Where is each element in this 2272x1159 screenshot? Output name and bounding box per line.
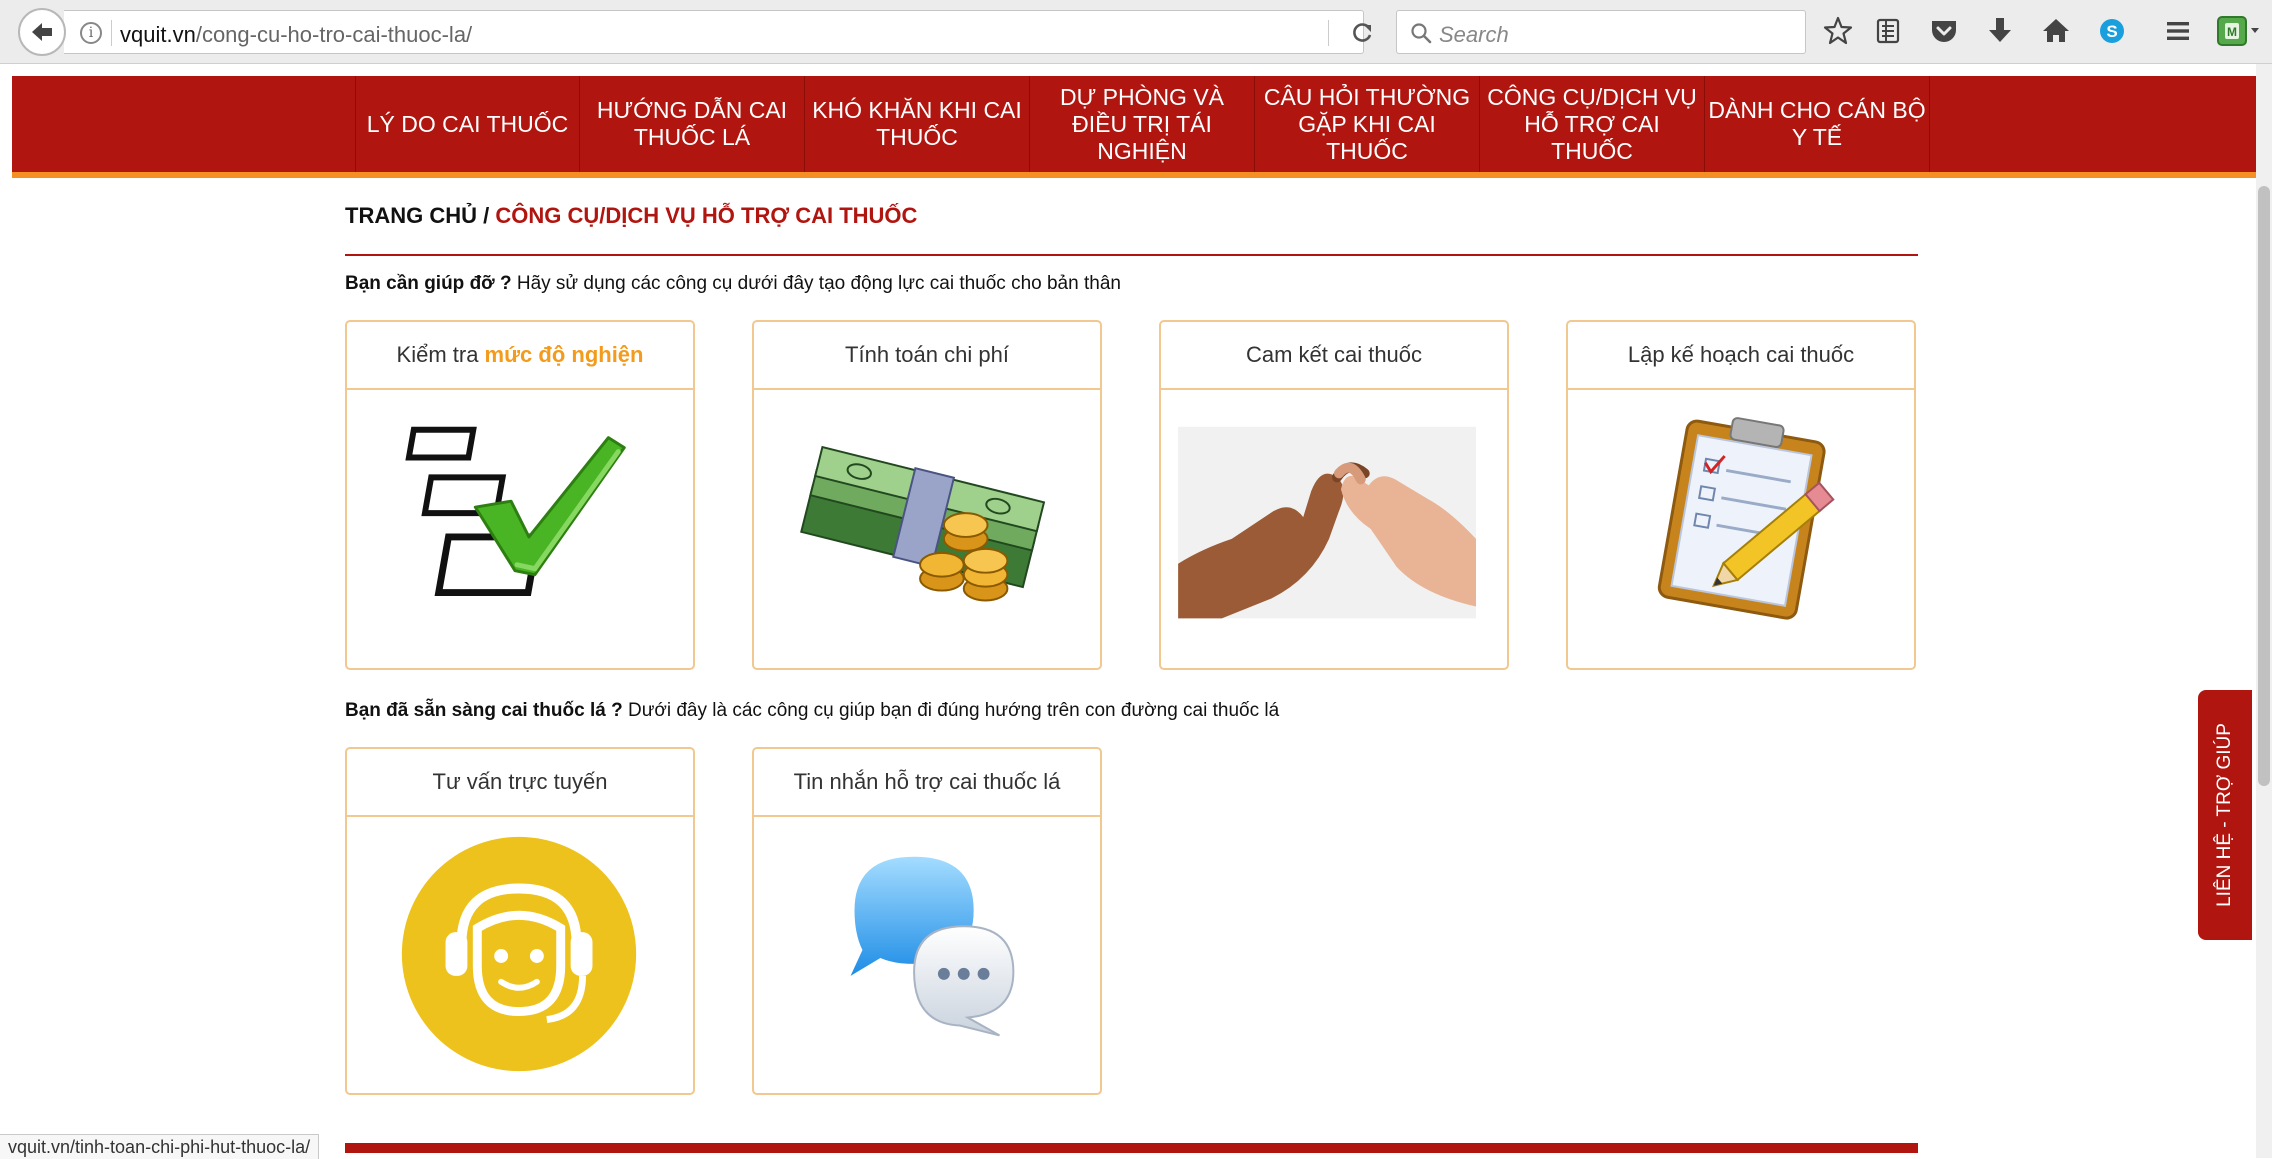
nav-item-kho-khan[interactable]: KHÓ KHĂN KHI CAI THUỐC	[805, 76, 1030, 172]
tool-card-quit-plan[interactable]: Lập kế hoạch cai thuốc	[1566, 320, 1916, 670]
home-icon[interactable]	[2040, 14, 2072, 48]
nav-item-can-bo-y-te[interactable]: DÀNH CHO CÁN BỘ Y TẾ	[1705, 76, 1930, 172]
breadcrumb-home[interactable]: TRANG CHỦ	[345, 203, 477, 228]
browser-toolbar: i vquit.vn/cong-cu-ho-tro-cai-thuoc-la/ …	[0, 0, 2272, 64]
contact-help-label: LIÊN HỆ - TRỢ GIÚP	[2214, 723, 2235, 907]
card-title[interactable]: Tin nhắn hỗ trợ cai thuốc lá	[754, 749, 1100, 817]
card-title-highlight: mức độ nghiện	[484, 342, 644, 367]
svg-text:M: M	[2227, 25, 2237, 39]
card-title[interactable]: Cam kết cai thuốc	[1161, 322, 1507, 390]
reload-separator	[1328, 20, 1329, 46]
url-domain: vquit.vn	[120, 22, 196, 47]
section2-intro-bold: Bạn đã sẵn sàng cai thuốc lá ?	[345, 700, 623, 721]
back-button[interactable]	[18, 8, 66, 56]
extension-icon[interactable]: M	[2214, 14, 2262, 48]
info-icon[interactable]: i	[80, 22, 102, 44]
breadcrumb-separator: /	[477, 203, 496, 228]
menu-icon[interactable]	[2162, 14, 2194, 48]
pinky-promise-image[interactable]	[1161, 390, 1507, 668]
card-title[interactable]: Lập kế hoạch cai thuốc	[1568, 322, 1914, 390]
back-arrow-icon	[32, 23, 52, 41]
breadcrumb-current: CÔNG CỤ/DỊCH VỤ HỖ TRỢ CAI THUỐC	[495, 203, 918, 228]
section2-intro-text: Dưới đây là các công cụ giúp bạn đi đúng…	[622, 700, 1280, 721]
search-placeholder: Search	[1439, 22, 1509, 47]
main-nav-menu: LÝ DO CAI THUỐC HƯỚNG DẪN CAI THUỐC LÁ K…	[355, 76, 1930, 172]
section2-intro: Bạn đã sẵn sàng cai thuốc lá ? Dưới đây …	[345, 700, 1279, 722]
main-nav: LÝ DO CAI THUỐC HƯỚNG DẪN CAI THUỐC LÁ K…	[12, 76, 2256, 172]
nav-item-huong-dan[interactable]: HƯỚNG DẪN CAI THUỐC LÁ	[580, 76, 805, 172]
url-separator	[111, 20, 112, 46]
nav-item-ly-do[interactable]: LÝ DO CAI THUỐC	[355, 76, 580, 172]
card-title[interactable]: Tính toán chi phí	[754, 322, 1100, 390]
reading-list-icon[interactable]	[1872, 14, 1904, 48]
section1-intro-text: Hãy sử dụng các công cụ dưới đây tạo độn…	[511, 273, 1121, 294]
search-input[interactable]: Search	[1396, 10, 1806, 54]
svg-text:S: S	[2106, 22, 2117, 41]
headset-support-icon[interactable]	[347, 817, 693, 1093]
card-title[interactable]: Kiểm tra mức độ nghiện	[347, 322, 693, 390]
tool-card-sms-support[interactable]: Tin nhắn hỗ trợ cai thuốc lá	[752, 747, 1102, 1095]
scrollbar-thumb[interactable]	[2258, 186, 2270, 786]
contact-help-tab[interactable]: LIÊN HỆ - TRỢ GIÚP	[2198, 690, 2252, 940]
pocket-icon[interactable]	[1928, 14, 1960, 48]
clipboard-icon[interactable]	[1568, 390, 1914, 668]
tool-card-commitment[interactable]: Cam kết cai thuốc	[1159, 320, 1509, 670]
breadcrumb: TRANG CHỦ / CÔNG CỤ/DỊCH VỤ HỖ TRỢ CAI T…	[345, 203, 917, 229]
url-path: /cong-cu-ho-tro-cai-thuoc-la/	[195, 22, 473, 47]
section1-intro-bold: Bạn cần giúp đỡ ?	[345, 273, 512, 294]
status-bar-url: vquit.vn/tinh-toan-chi-phi-hut-thuoc-la/	[0, 1134, 320, 1159]
star-icon[interactable]	[1822, 14, 1854, 48]
breadcrumb-divider	[345, 254, 1918, 256]
reload-icon[interactable]	[1349, 20, 1375, 46]
nav-accent-stripe	[12, 172, 2256, 178]
money-icon[interactable]	[754, 390, 1100, 668]
tool-card-addiction-test[interactable]: Kiểm tra mức độ nghiện	[345, 320, 695, 670]
nav-item-cau-hoi[interactable]: CÂU HỎI THƯỜNG GẶP KHI CAI THUỐC	[1255, 76, 1480, 172]
tool-card-online-counseling[interactable]: Tư vấn trực tuyến	[345, 747, 695, 1095]
url-text[interactable]: vquit.vn/cong-cu-ho-tro-cai-thuoc-la/	[120, 22, 472, 48]
checklist-icon[interactable]	[347, 390, 693, 668]
section1-intro: Bạn cần giúp đỡ ? Hãy sử dụng các công c…	[345, 273, 1121, 295]
chat-bubbles-icon[interactable]	[754, 817, 1100, 1093]
card-title[interactable]: Tư vấn trực tuyến	[347, 749, 693, 817]
url-bar[interactable]: i vquit.vn/cong-cu-ho-tro-cai-thuoc-la/	[64, 10, 1372, 54]
tool-card-cost-calculator[interactable]: Tính toán chi phí	[752, 320, 1102, 670]
card-title-prefix: Kiểm tra	[396, 342, 485, 367]
download-icon[interactable]	[1984, 14, 2016, 48]
nav-item-du-phong[interactable]: DỰ PHÒNG VÀ ĐIỀU TRỊ TÁI NGHIỆN	[1030, 76, 1255, 172]
skype-icon[interactable]: S	[2096, 14, 2128, 48]
footer-bar	[345, 1143, 1918, 1153]
search-icon	[1411, 23, 1432, 44]
nav-item-cong-cu[interactable]: CÔNG CỤ/DỊCH VỤ HỖ TRỢ CAI THUỐC	[1480, 76, 1705, 172]
